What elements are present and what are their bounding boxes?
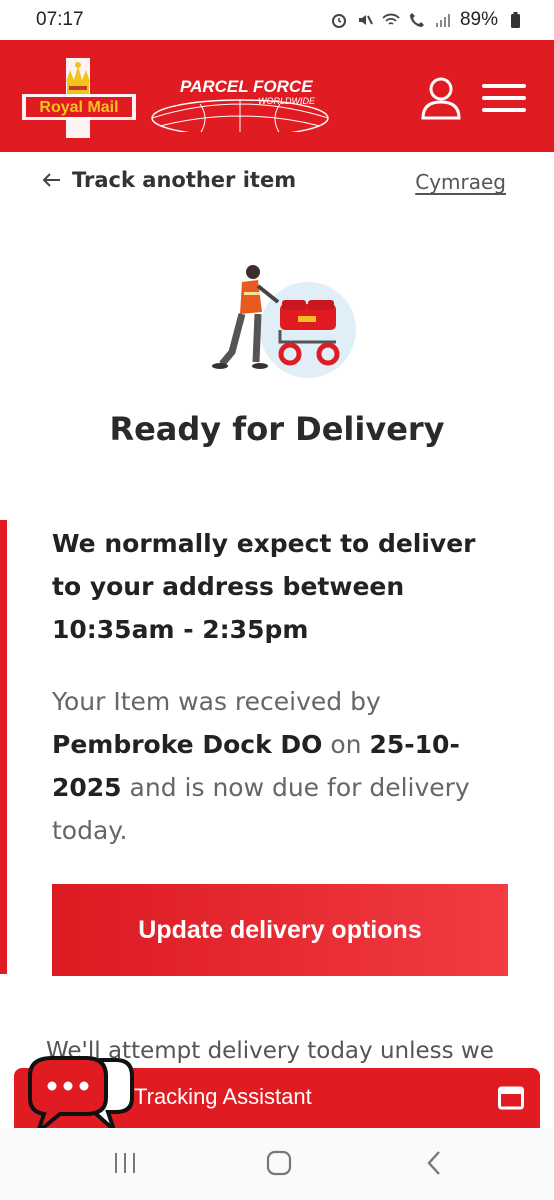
mute-icon	[358, 15, 373, 25]
chat-bubbles-icon	[28, 1056, 134, 1138]
site-header: Royal Mail PARCEL FORCE WORLDWIDE	[0, 40, 554, 152]
received-prefix: Your Item was received by	[52, 687, 381, 716]
language-switch-link[interactable]: Cymraeg	[415, 170, 506, 194]
received-location: Pembroke Dock DO	[52, 730, 323, 759]
update-delivery-options-button[interactable]: Update delivery options	[52, 884, 508, 976]
parcelforce-logo[interactable]: PARCEL FORCE WORLDWIDE	[150, 70, 340, 132]
alarm-icon	[331, 14, 346, 28]
postman-trolley-illustration	[212, 265, 356, 378]
royal-mail-logo-text: Royal Mail	[39, 99, 118, 116]
back-nav-icon[interactable]	[420, 1148, 450, 1178]
recent-apps-icon[interactable]	[110, 1148, 140, 1178]
delivery-window-text: We normally expect to deliver to your ad…	[52, 529, 476, 644]
royal-mail-logo[interactable]: Royal Mail	[22, 58, 136, 138]
status-bar: 07:17 89%	[0, 0, 554, 40]
nav-row: Track another item Cymraeg	[0, 168, 554, 210]
battery-percent: 89%	[459, 9, 498, 30]
status-accent-bar	[0, 520, 7, 974]
hamburger-icon[interactable]	[482, 82, 526, 114]
call-icon	[409, 13, 424, 27]
status-icons: 89%	[330, 9, 524, 31]
track-another-item-link[interactable]: Track another item	[40, 168, 296, 192]
wifi-icon	[382, 13, 400, 25]
battery-icon	[511, 12, 520, 28]
delivery-status-title: Ready for Delivery	[109, 410, 445, 448]
home-icon[interactable]	[264, 1148, 294, 1178]
parcelforce-logo-subtext: WORLDWIDE	[258, 96, 316, 106]
signal-icon	[435, 14, 450, 27]
received-info-text: Your Item was received by Pembroke Dock …	[52, 680, 512, 852]
tracking-assistant-bar[interactable]: Tracking Assistant	[14, 1056, 540, 1138]
arrow-left-icon	[42, 173, 60, 187]
status-time: 07:17	[36, 9, 84, 30]
system-nav-bar	[0, 1128, 554, 1200]
tracking-assistant-label: Tracking Assistant	[134, 1084, 312, 1109]
window-icon[interactable]	[498, 1086, 524, 1110]
back-link-label: Track another item	[72, 168, 297, 192]
received-on: on	[322, 730, 370, 759]
user-icon[interactable]	[420, 76, 462, 120]
parcelforce-logo-text: PARCEL FORCE	[180, 77, 313, 96]
